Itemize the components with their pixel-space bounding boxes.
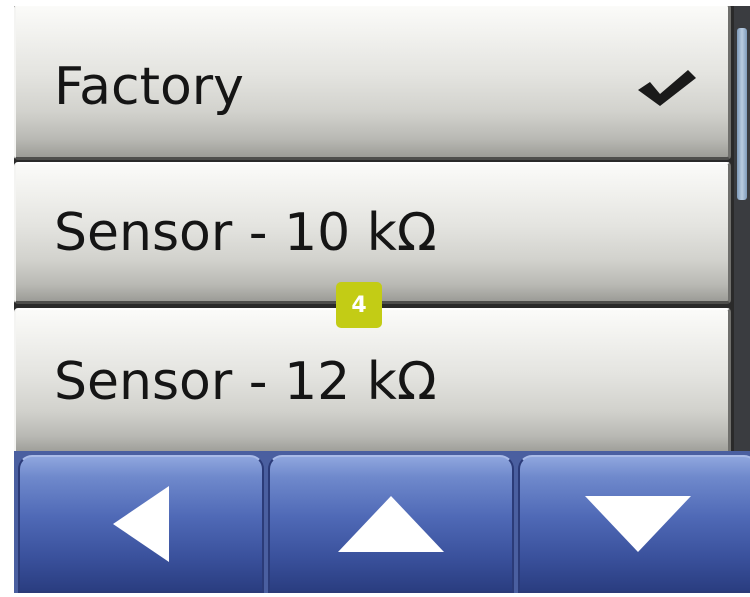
arrow-left-icon (113, 486, 169, 562)
menu-item-factory[interactable]: Factory (14, 6, 731, 160)
sensor-menu-list: Factory Sensor - 10 kΩ Sensor - 12 kΩ (14, 6, 734, 451)
menu-item-label: Sensor - 10 kΩ (54, 202, 437, 263)
thermostat-screen: Factory Sensor - 10 kΩ Sensor - 12 kΩ 4 (14, 6, 750, 593)
menu-item-label: Sensor - 12 kΩ (54, 351, 437, 412)
menu-item-label: Factory (54, 56, 244, 117)
scroll-thumb[interactable] (737, 28, 747, 200)
arrow-up-icon (338, 496, 444, 552)
scroll-up-button[interactable] (268, 455, 514, 593)
back-button[interactable] (18, 455, 264, 593)
arrow-down-icon (585, 496, 691, 552)
scrollbar[interactable] (734, 6, 750, 451)
menu-item-sensor-12k[interactable]: Sensor - 12 kΩ (14, 308, 731, 451)
scroll-down-button[interactable] (518, 455, 750, 593)
check-icon (638, 70, 696, 106)
navigation-bar (14, 451, 750, 593)
callout-badge: 4 (336, 282, 382, 328)
